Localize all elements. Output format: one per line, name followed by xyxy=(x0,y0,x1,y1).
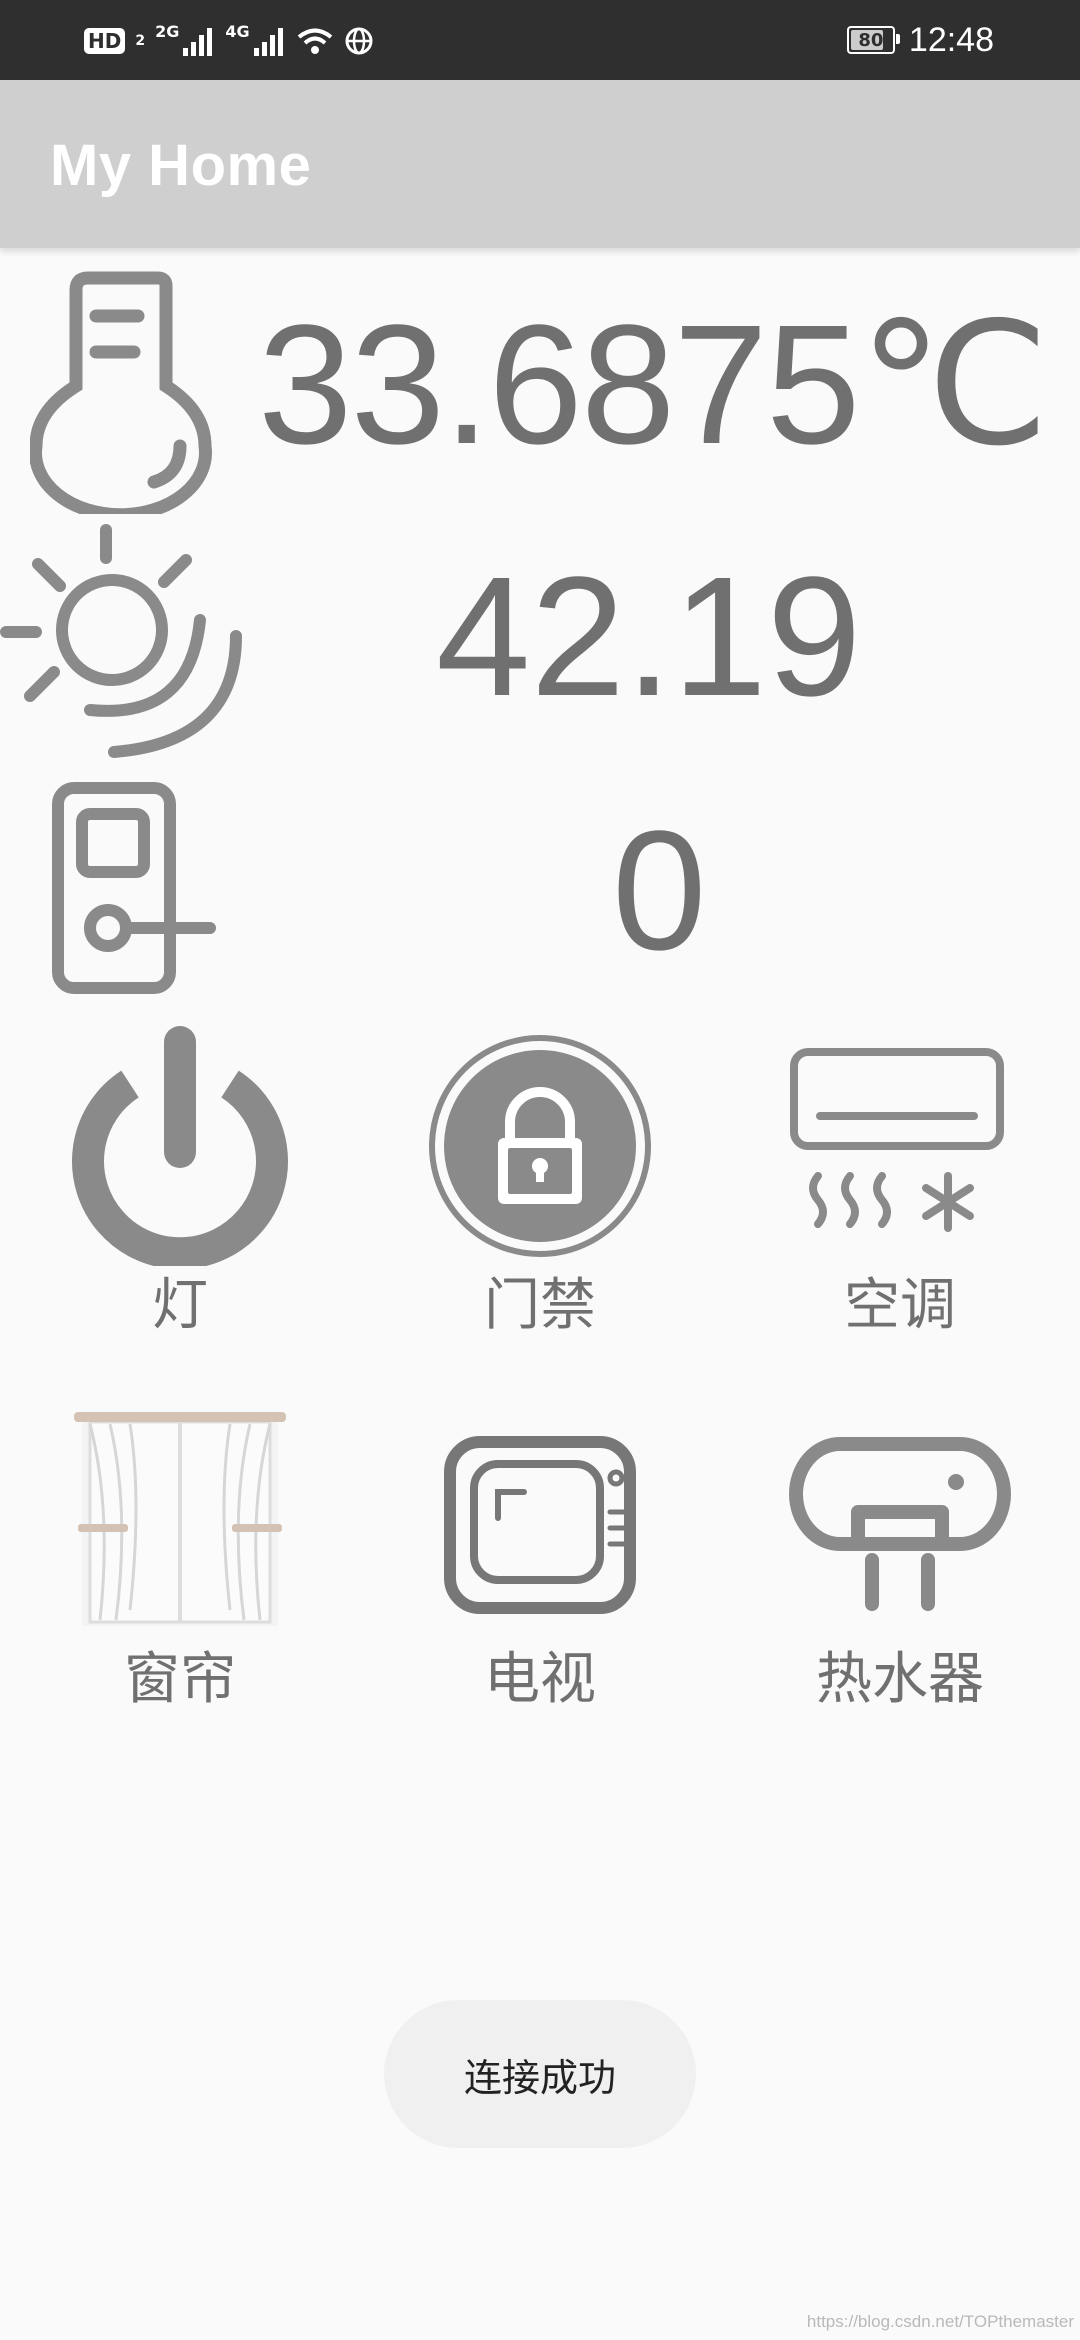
status-icons-left: HD 2 2G 4G xyxy=(84,20,374,62)
curtain-icon xyxy=(74,1412,286,1626)
hd-voice-icon: HD xyxy=(84,28,126,54)
globe-icon xyxy=(345,27,373,55)
door-sensor-icon xyxy=(52,782,216,994)
device-tv[interactable]: 电视 xyxy=(390,1400,690,1713)
signal-icon-2 xyxy=(253,28,283,56)
temperature-value: 33.6875℃ xyxy=(258,290,1049,480)
water-heater-icon xyxy=(789,1437,1011,1611)
clock: 12:48 xyxy=(908,20,994,59)
watermark: https://blog.csdn.net/TOPthemaster xyxy=(806,2312,1074,2331)
light-value: 42.19 xyxy=(436,542,862,732)
sim-slot-label: 2 xyxy=(135,33,146,49)
device-water-heater[interactable]: 热水器 xyxy=(750,1400,1050,1713)
device-label: 灯 xyxy=(152,1273,208,1338)
device-air-conditioner[interactable]: 空调 xyxy=(750,1026,1050,1339)
network-type-4g: 4G xyxy=(225,21,250,41)
status-icons-right: 80 12:48 xyxy=(846,16,994,64)
device-label: 窗帘 xyxy=(124,1647,236,1712)
power-icon xyxy=(72,1026,288,1266)
device-light[interactable]: 灯 xyxy=(30,1026,330,1339)
app-bar: My Home xyxy=(0,80,1080,248)
network-type-2g: 2G xyxy=(155,21,180,41)
signal-icon xyxy=(183,28,213,56)
toast-message: 连接成功 xyxy=(384,2000,696,2148)
wifi-icon xyxy=(297,28,332,54)
air-conditioner-icon xyxy=(790,1048,1004,1232)
lock-icon xyxy=(429,1035,651,1257)
device-label: 热水器 xyxy=(816,1647,984,1712)
battery-icon: 80 xyxy=(846,26,900,54)
device-label: 门禁 xyxy=(484,1273,596,1338)
status-bar: HD 2 2G 4G 80 12:48 xyxy=(0,0,1080,80)
device-label: 电视 xyxy=(484,1647,596,1712)
device-label: 空调 xyxy=(844,1273,956,1338)
sunlight-icon xyxy=(0,524,242,758)
device-door-lock[interactable]: 门禁 xyxy=(390,1026,690,1339)
app-title: My Home xyxy=(50,133,312,198)
device-curtain[interactable]: 窗帘 xyxy=(30,1400,330,1713)
thermometer-icon xyxy=(30,271,212,514)
battery-level: 80 xyxy=(858,29,884,51)
door-value: 0 xyxy=(612,796,707,986)
tv-icon xyxy=(444,1436,636,1614)
